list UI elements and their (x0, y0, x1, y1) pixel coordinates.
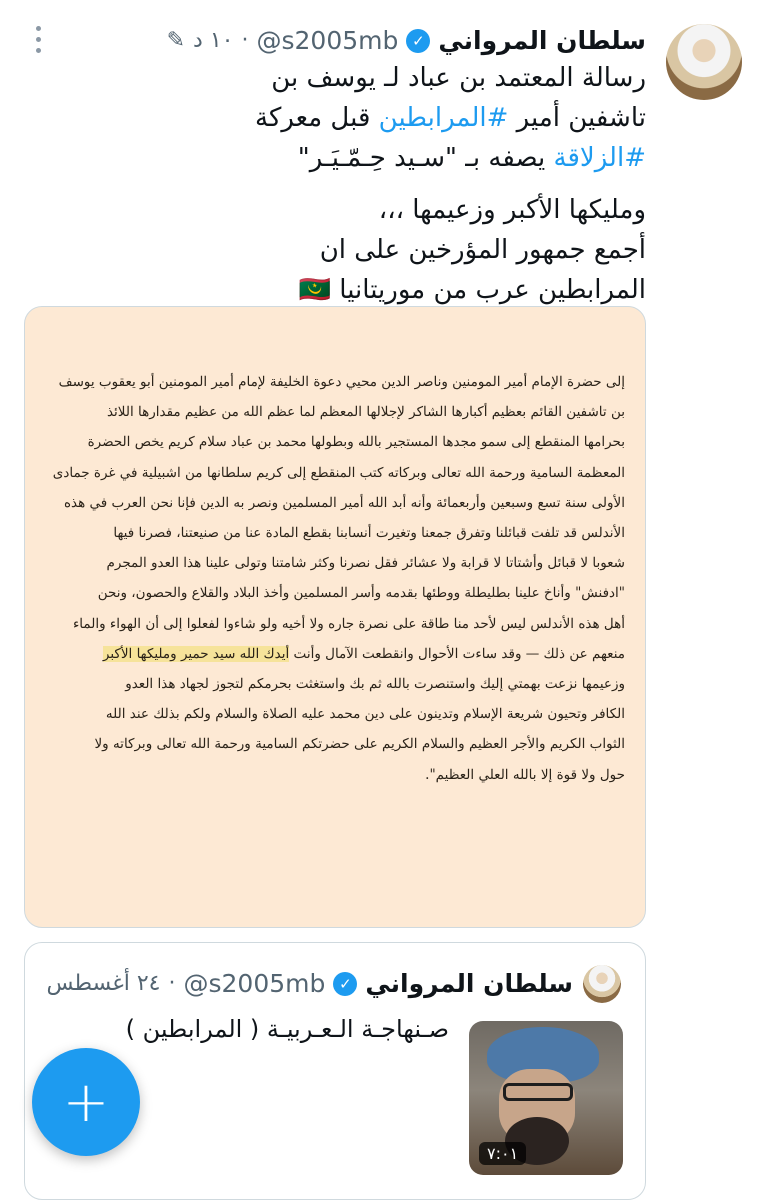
document-line: الثواب الكريم والأجر العظيم والسلام الكر… (94, 736, 625, 753)
document-line: إلى حضرة الإمام أمير المومنين وناصر الدي… (58, 374, 625, 390)
document-line: منعهم عن ذلك — وقد ساءت الأحوال وانقطعت … (47, 639, 625, 669)
quoted-avatar[interactable] (583, 965, 621, 1003)
tweet-header: سلطان المرواني ✓ @s2005mb · ١٠ د ✎ (167, 26, 646, 55)
tweet-text-line: رسالة المعتمد بن عباد لـ يوسف بن (271, 63, 646, 93)
quoted-text: صـنهاجـة الـعـربيـة ( المرابطين ) (125, 1015, 449, 1043)
quoted-header: سلطان المرواني ✓ @s2005mb · ٢٤ أغسطس (47, 969, 574, 998)
verified-badge-icon: ✓ (406, 28, 431, 53)
video-duration: ٧:٠١ (479, 1142, 527, 1165)
video-thumbnail[interactable]: ٧:٠١ (469, 1021, 623, 1175)
tweet[interactable]: سلطان المرواني ✓ @s2005mb · ١٠ د ✎ رسالة… (0, 0, 766, 1200)
avatar[interactable] (666, 24, 742, 100)
document-plain-text: منعهم عن ذلك — وقد ساءت الأحوال وانقطعت … (289, 645, 625, 662)
verified-badge-icon: ✓ (333, 971, 358, 996)
tweet-text-line: ومليكها الأكبر وزعيمها ،،، (378, 195, 646, 225)
document-line: "ادفنش" وأناخ علينا بطليطلة ووطئها بقدمه… (97, 585, 625, 602)
document-line: أهل هذه الأندلس ليس لأحد منا طاقة على نص… (72, 615, 625, 632)
document-line: شعوبا لا قبائل وأشتاتا لا قرابة ولا عشائ… (106, 555, 625, 572)
author-handle[interactable]: @s2005mb (256, 26, 398, 55)
highlighted-text: أيدك الله سيد حمير ومليكها الأكبر (102, 645, 290, 662)
document-text: إلى حضرة الإمام أمير المومنين وناصر الدي… (47, 367, 625, 790)
quoted-author-handle[interactable]: @s2005mb (183, 969, 325, 998)
document-line: بحرامها المنقطع إلى سمو مجدها المستجير ب… (87, 434, 625, 451)
hashtag-link[interactable]: #المرابطين (379, 103, 509, 133)
quoted-author-name[interactable]: سلطان المرواني (365, 969, 573, 998)
document-line: الكافر وتحيون شريعة الإسلام وتدينون على … (105, 706, 625, 723)
document-line: الأندلس قد تلفت قبائلنا وتفرق جمعنا وتغي… (113, 525, 625, 542)
document-line: المعظمة السامية ورحمة الله تعالى وبركاته… (52, 464, 625, 481)
document-line: حول ولا قوة إلا بالله العلي العظيم". (425, 766, 625, 783)
separator: · (168, 971, 176, 996)
quoted-date[interactable]: ٢٤ أغسطس (47, 971, 161, 996)
tweet-text-line: تاشفين أمير #المرابطين قبل معركة (255, 103, 646, 133)
document-line: بن تاشفين القائم بعظيم أكبارها الشاكر لإ… (106, 404, 625, 421)
separator: · (241, 28, 249, 53)
timestamp[interactable]: ١٠ د (193, 28, 233, 53)
tweet-text-line: #الزلاقة يصفه بـ "سـيد حِـمّـيَـر" (297, 143, 646, 173)
tweet-text: رسالة المعتمد بن عباد لـ يوسف بن تاشفين … (106, 58, 646, 310)
tweet-text-line: أجمع جمهور المؤرخين على ان (319, 235, 646, 265)
edited-pencil-icon[interactable]: ✎ (167, 28, 185, 53)
hashtag-link[interactable]: #الزلاقة (554, 143, 646, 173)
attached-image[interactable]: إلى حضرة الإمام أمير المومنين وناصر الدي… (24, 306, 646, 928)
more-options-icon[interactable] (36, 26, 44, 53)
document-line: وزعيمها نزعت بهمتي إليك واستنصرت بالله ث… (125, 676, 625, 693)
compose-tweet-button[interactable]: + (32, 1048, 140, 1156)
tweet-text-line: المرابطين عرب من موريتانيا 🇲🇷 (298, 275, 646, 305)
author-name[interactable]: سلطان المرواني (438, 26, 646, 55)
document-line: الأولى سنة تسع وسبعين وأربعمائة وأنه أبد… (63, 494, 625, 511)
